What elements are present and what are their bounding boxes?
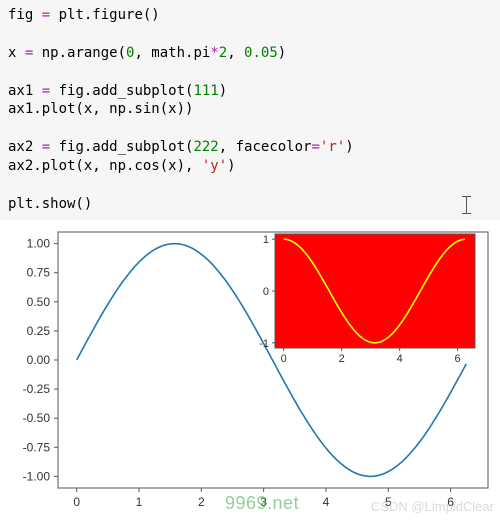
svg-text:4: 4 — [397, 353, 403, 365]
svg-text:0.75: 0.75 — [27, 266, 51, 280]
svg-text:3: 3 — [260, 495, 267, 509]
svg-text:-0.50: -0.50 — [23, 411, 51, 425]
svg-text:2: 2 — [339, 353, 345, 365]
matplotlib-figure: -1.00 -0.75 -0.50 -0.25 0.00 0.25 0.50 0.75 1.00… — [0, 220, 500, 520]
svg-text:2: 2 — [198, 495, 205, 509]
code-line: plt.show() — [8, 196, 92, 212]
svg-text:1: 1 — [136, 495, 143, 509]
svg-text:-0.75: -0.75 — [23, 440, 51, 454]
code-line: ax2 = fig.add_subplot(222, facecolor='r'… — [8, 139, 354, 155]
svg-text:0.50: 0.50 — [27, 295, 51, 309]
code-block: fig = plt.figure() x = np.arange(0, math… — [0, 0, 500, 220]
svg-text:1: 1 — [263, 234, 269, 246]
code-line: fig = plt.figure() — [8, 7, 160, 23]
svg-text:-1: -1 — [259, 338, 269, 350]
svg-text:0.00: 0.00 — [27, 353, 51, 367]
svg-text:4: 4 — [323, 495, 330, 509]
svg-text:1.00: 1.00 — [27, 236, 51, 250]
code-line: ax2.plot(x, np.cos(x), 'y') — [8, 158, 236, 174]
plot-svg: -1.00 -0.75 -0.50 -0.25 0.00 0.25 0.50 0.75 1.00… — [0, 220, 500, 520]
svg-text:0: 0 — [281, 353, 287, 365]
svg-text:-1.00: -1.00 — [23, 469, 51, 483]
code-line: x = np.arange(0, math.pi*2, 0.05) — [8, 45, 286, 61]
code-line: ax1 = fig.add_subplot(111) — [8, 83, 227, 99]
svg-text:0: 0 — [73, 495, 80, 509]
svg-text:0.25: 0.25 — [27, 324, 51, 338]
code-line: ax1.plot(x, np.sin(x)) — [8, 101, 193, 117]
svg-text:6: 6 — [447, 495, 454, 509]
svg-text:5: 5 — [385, 495, 392, 509]
svg-text:-0.25: -0.25 — [23, 382, 51, 396]
text-cursor-icon — [462, 196, 472, 214]
svg-text:6: 6 — [455, 353, 461, 365]
svg-text:0: 0 — [263, 286, 269, 298]
